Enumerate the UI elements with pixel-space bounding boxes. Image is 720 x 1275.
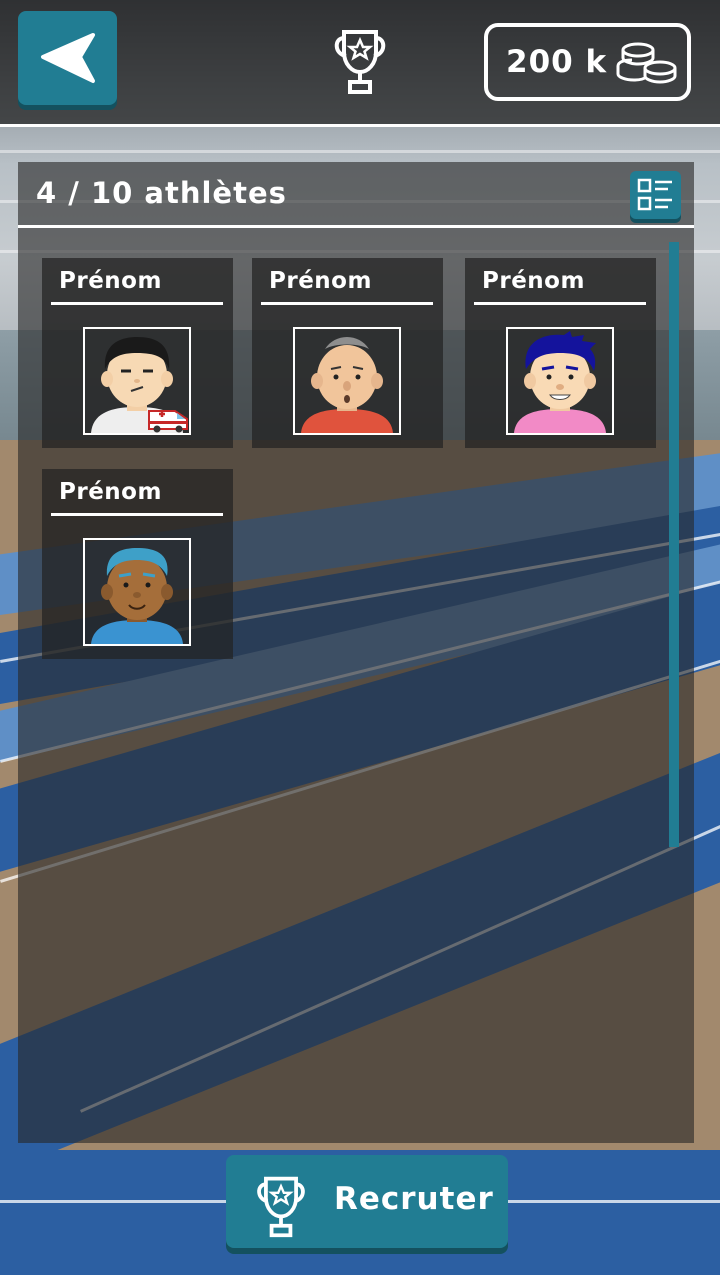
athlete-name: Prénom <box>59 268 162 294</box>
athlete-card[interactable]: Prénom <box>465 258 656 448</box>
recruit-button[interactable]: Recruter <box>226 1155 508 1248</box>
list-view-button[interactable] <box>630 171 681 219</box>
athlete-avatar <box>83 538 191 646</box>
ambulance-icon <box>148 410 188 433</box>
list-view-icon <box>637 178 672 211</box>
divider <box>51 513 223 516</box>
athlete-avatar <box>83 327 191 435</box>
athlete-avatar <box>293 327 401 435</box>
athlete-count: 4 / 10 athlètes <box>36 176 287 210</box>
divider <box>51 302 223 305</box>
back-arrow-icon <box>41 33 95 83</box>
recruit-label: Recruter <box>334 1181 494 1217</box>
athlete-name: Prénom <box>269 268 372 294</box>
back-button[interactable] <box>18 11 117 105</box>
athlete-name: Prénom <box>59 479 162 505</box>
scrollbar[interactable] <box>669 242 679 847</box>
divider <box>474 302 646 305</box>
athlete-card[interactable]: Prénom <box>42 258 233 448</box>
divider <box>261 302 433 305</box>
top-bar: 200 k <box>0 0 720 127</box>
coins-value: 200 k <box>506 44 608 80</box>
athlete-card[interactable]: Prénom <box>42 469 233 659</box>
coins-balance: 200 k <box>484 23 691 101</box>
coins-icon <box>616 42 677 84</box>
trophy-icon <box>334 30 386 94</box>
athletes-panel: 4 / 10 athlètes Prénom Prénom Prénom Pré… <box>18 162 694 1143</box>
athlete-avatar <box>506 327 614 435</box>
athlete-name: Prénom <box>482 268 585 294</box>
athlete-card[interactable]: Prénom <box>252 258 443 448</box>
trophy-icon <box>257 1176 305 1238</box>
panel-header: 4 / 10 athlètes <box>18 162 694 228</box>
